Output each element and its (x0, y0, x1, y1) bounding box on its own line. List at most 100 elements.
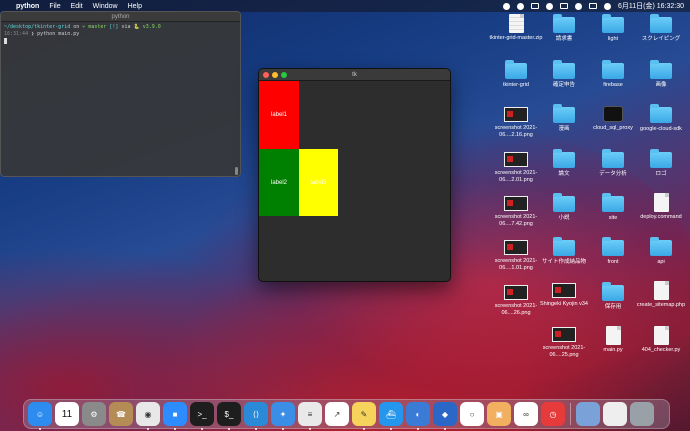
menubar-clock[interactable]: 6月11日(金) 16:32:30 (618, 1, 684, 11)
desktop-icon-folder[interactable]: 漫画 (537, 104, 591, 133)
desktop-icon-label: deploy.command (640, 214, 682, 220)
folder-icon (650, 60, 672, 79)
dock-safari[interactable]: ✦ (271, 402, 295, 430)
dock-desktop-stack[interactable] (576, 402, 600, 426)
close-button[interactable] (263, 72, 269, 78)
desktop-icon-executable[interactable]: cloud_sql_proxy (586, 106, 640, 132)
python-file-icon (653, 326, 669, 345)
desktop-icon-file[interactable]: create_sitemap.php (634, 281, 688, 309)
desktop-icon-label: create_sitemap.php (636, 302, 686, 308)
desktop-icon-folder[interactable]: 論文 (537, 149, 591, 178)
dock-calendar[interactable]: 11 (55, 402, 79, 426)
tk-titlebar[interactable]: tk (259, 69, 450, 81)
desktop-icon-label: tkinter-grid-master.zip (489, 35, 543, 41)
status-icon-3[interactable] (530, 3, 539, 9)
dock-notes[interactable]: ✎ (352, 402, 376, 430)
wifi-icon[interactable] (574, 2, 582, 10)
terminal-scrollbar[interactable] (235, 167, 238, 175)
desktop-icon-tkinter-grid[interactable]: tkinter-grid (489, 60, 543, 89)
dock-preview[interactable]: ▣ (487, 402, 511, 426)
desktop-icon-folder[interactable]: 画像 (634, 60, 688, 89)
folder-icon (650, 149, 672, 168)
terminal-window[interactable]: python ~/desktop/tkinter-grid on ⑂ maste… (0, 11, 241, 177)
desktop-icon-folder[interactable]: ロゴ (634, 149, 688, 178)
dock-finder[interactable]: ☺ (28, 402, 52, 430)
menu-edit[interactable]: Edit (71, 3, 83, 10)
dock-chrome[interactable]: ◉ (136, 402, 160, 430)
status-icon-4[interactable] (545, 2, 553, 10)
app-menu[interactable]: python (16, 3, 39, 10)
dock-clock[interactable]: ◷ (541, 402, 565, 426)
terminal-via: via (121, 24, 131, 30)
desktop-icon-folder[interactable]: 請求書 (537, 14, 591, 43)
desktop-icon-folder[interactable]: 小説 (537, 193, 591, 222)
desktop-icon-file[interactable]: main.py (586, 326, 640, 354)
siri-icon[interactable] (603, 2, 611, 10)
status-icon-1[interactable] (502, 2, 510, 10)
dock-vs-code[interactable]: ⟨⟩ (244, 402, 268, 430)
menu-help[interactable]: Help (128, 3, 142, 10)
calendar-icon: 11 (61, 408, 73, 420)
label2: label2 (259, 149, 299, 216)
clock-icon: ◷ (549, 409, 557, 419)
tk-window[interactable]: tk label1 label2 label3 (258, 68, 451, 282)
running-indicator (444, 428, 446, 430)
terminal-body[interactable]: ~/desktop/tkinter-grid on ⑂ master [!] v… (1, 22, 240, 48)
dock-terminal[interactable]: >_ (190, 402, 214, 430)
desktop-icon-folder[interactable]: site (586, 193, 640, 222)
desktop-icon-folder[interactable]: データ分析 (586, 149, 640, 178)
dock-sourcetree[interactable]: ◆ (433, 402, 457, 430)
desktop-icon-folder[interactable]: front (586, 237, 640, 266)
desktop-icon-screenshot[interactable]: screenshot 2021-06....7.42.png (489, 196, 543, 228)
desktop-icon-folder[interactable]: firebase (586, 60, 640, 89)
desktop-icon-label: screenshot 2021-06....7.42.png (494, 214, 538, 227)
terminal-exec-icon (603, 106, 623, 122)
desktop-icon-screenshot[interactable]: screenshot 2021-06....25.png (537, 327, 591, 359)
dock-iterm[interactable]: $_ (217, 402, 241, 430)
folder-icon (650, 14, 672, 33)
dock-monitor[interactable]: ◐ (406, 402, 430, 430)
dock-system-preferences[interactable]: ⚙ (82, 402, 106, 426)
desktop-icon-image[interactable]: Shingeki Kyojin v34 (537, 283, 591, 308)
desktop-icon-label: 漫画 (558, 126, 570, 132)
dock-trash[interactable] (630, 402, 654, 426)
desktop-icon-folder[interactable]: light (586, 14, 640, 43)
menu-file[interactable]: File (49, 3, 60, 10)
desktop-icon-file[interactable]: 404_checker.py (634, 326, 688, 354)
desktop-icon-label: スクレイピング (641, 36, 681, 42)
desktop-icon-folder[interactable]: 確定申告 (537, 60, 591, 89)
desktop-icon-folder[interactable]: スクレイピング (634, 14, 688, 43)
prompt-icon: ❯ (31, 31, 35, 37)
control-center-icon[interactable] (588, 3, 597, 9)
desktop-icon-screenshot[interactable]: screenshot 2021-06....2.16.png (489, 107, 543, 139)
zoom-button[interactable] (281, 72, 287, 78)
desktop-icon-file[interactable]: deploy.command (634, 193, 688, 221)
terminal-titlebar[interactable]: python (1, 12, 240, 22)
desktop-icon-folder[interactable]: サイト作成納品物 (537, 237, 591, 266)
minimize-button[interactable] (272, 72, 278, 78)
desktop-icon-label: Shingeki Kyojin v34 (539, 301, 588, 307)
dock-infinity[interactable]: ∞ (514, 402, 538, 426)
status-icon-2[interactable] (516, 2, 524, 10)
desktop-icon-screenshot[interactable]: screenshot 2021-06....1.01.png (489, 240, 543, 272)
desktop-icon-screenshot[interactable]: screenshot 2021-06....26.png (489, 285, 543, 317)
dock-camo[interactable]: ○ (460, 402, 484, 426)
desktop-icon-label: 請求書 (555, 36, 573, 42)
desktop-icon-folder[interactable]: google-cloud-sdk (634, 104, 688, 133)
image-file-icon (504, 152, 528, 167)
desktop-icon-screenshot[interactable]: screenshot 2021-06....2.01.png (489, 152, 543, 184)
desktop-icon-folder[interactable]: api (634, 237, 688, 266)
folder-icon (650, 237, 672, 256)
battery-icon[interactable] (559, 3, 568, 9)
dock-contacts[interactable]: ☎ (109, 402, 133, 426)
running-indicator (228, 428, 230, 430)
dock-downloads-stack[interactable] (603, 402, 627, 426)
menu-window[interactable]: Window (93, 3, 118, 10)
image-file-icon (504, 107, 528, 122)
desktop-icon-folder[interactable]: 保存用 (586, 282, 640, 311)
dock-docker[interactable]: ⛴ (379, 402, 403, 430)
dock-python[interactable]: ≡ (298, 402, 322, 430)
dock-activity[interactable]: ↗ (325, 402, 349, 426)
desktop-icon-zip[interactable]: tkinter-grid-master.zip (489, 14, 543, 42)
dock-zoom[interactable]: ■ (163, 402, 187, 430)
